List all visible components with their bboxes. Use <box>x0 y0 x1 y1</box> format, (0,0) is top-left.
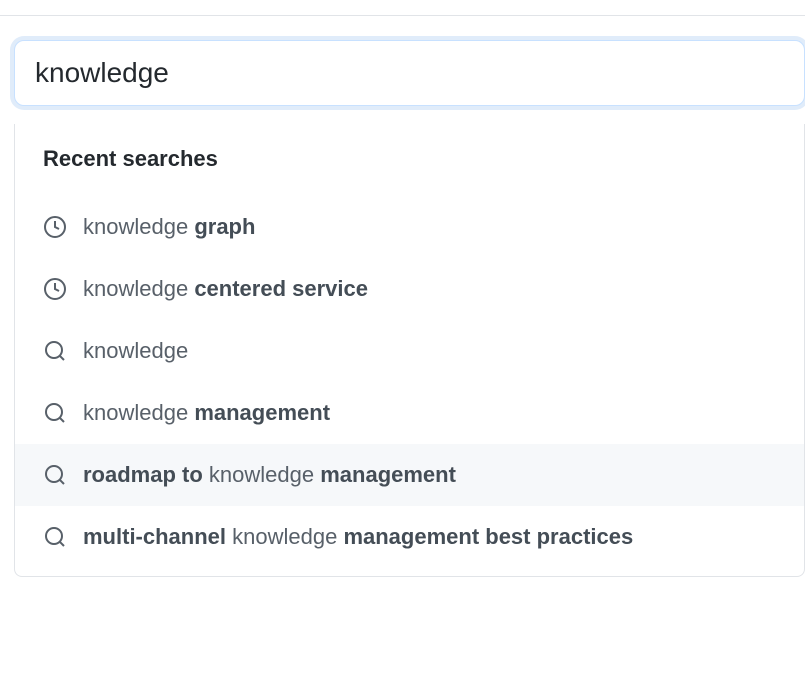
suggestion-item[interactable]: knowledge <box>15 320 804 382</box>
search-icon <box>43 525 67 549</box>
suggestion-text: knowledge graph <box>83 214 255 240</box>
search-box[interactable] <box>14 40 805 106</box>
suggestion-item[interactable]: knowledge management <box>15 382 804 444</box>
search-icon <box>43 463 67 487</box>
suggestion-item[interactable]: knowledge graph <box>15 196 804 258</box>
suggestion-list: knowledge graph knowledge centered servic… <box>15 196 804 568</box>
suggestion-text: multi-channel knowledge management best … <box>83 524 633 550</box>
suggestion-item[interactable]: multi-channel knowledge management best … <box>15 506 804 568</box>
suggestion-text: roadmap to knowledge management <box>83 462 456 488</box>
suggestion-text: knowledge management <box>83 400 330 426</box>
suggestion-item[interactable]: roadmap to knowledge management <box>15 444 804 506</box>
search-icon <box>43 339 67 363</box>
clock-icon <box>43 277 67 301</box>
search-icon <box>43 401 67 425</box>
suggestion-item[interactable]: knowledge centered service <box>15 258 804 320</box>
search-wrapper <box>0 16 805 106</box>
suggestion-text: knowledge centered service <box>83 276 368 302</box>
recent-searches-header: Recent searches <box>15 138 804 196</box>
suggestion-text: knowledge <box>83 338 188 364</box>
suggestions-dropdown: Recent searches knowledge graphknowledge… <box>14 124 805 577</box>
clock-icon <box>43 215 67 239</box>
search-input[interactable] <box>35 57 784 89</box>
